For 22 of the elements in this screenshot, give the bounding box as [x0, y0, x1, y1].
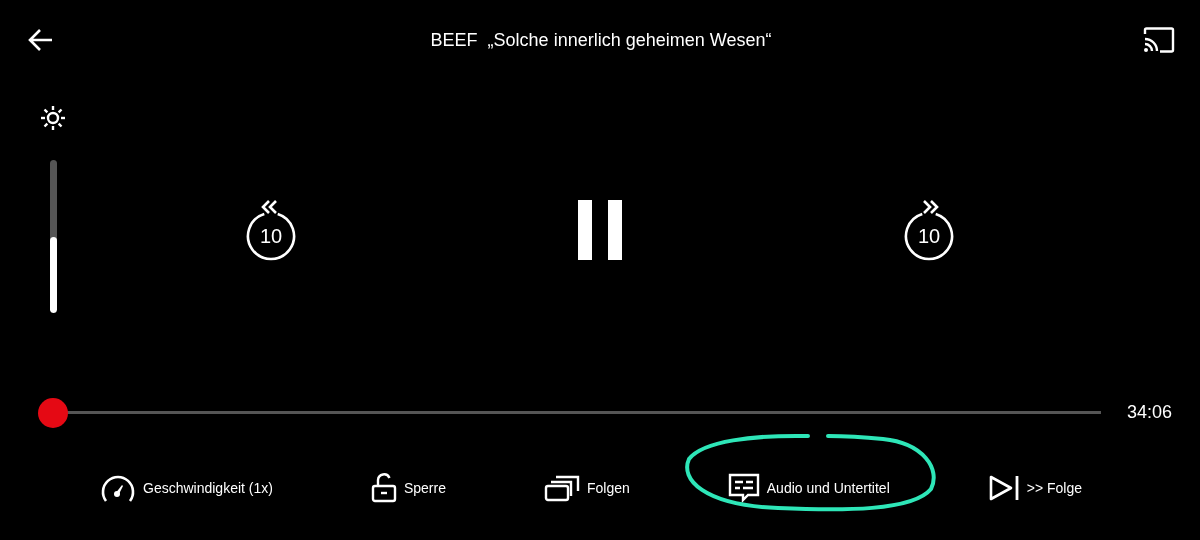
- progress-thumb[interactable]: [38, 397, 68, 428]
- forward-button[interactable]: 10: [899, 198, 959, 262]
- rewind-button[interactable]: 10: [241, 198, 301, 262]
- cast-icon: [1143, 27, 1175, 53]
- brightness-icon: [39, 104, 67, 132]
- padlock-icon: [370, 472, 397, 503]
- speech-bubble-icon: [727, 472, 760, 503]
- remaining-time: 34:06: [1126, 402, 1172, 423]
- episode-title: „Solche innerlich geheimen Wesen“: [487, 29, 772, 51]
- lock-button[interactable]: Sperre: [370, 472, 446, 503]
- back-arrow-icon: [28, 27, 54, 53]
- subtitles-button[interactable]: Audio und Untertitel: [727, 472, 890, 503]
- speed-button[interactable]: Geschwindigkeit (1x): [100, 472, 273, 503]
- show-title: BEEF: [430, 29, 478, 51]
- brightness-slider[interactable]: [49, 160, 57, 313]
- next-button[interactable]: >> Folge: [987, 473, 1082, 502]
- stacked-cards-icon: [543, 473, 580, 502]
- pause-button[interactable]: [578, 200, 622, 260]
- cast-button[interactable]: [1142, 25, 1176, 55]
- episodes-button[interactable]: Folgen: [543, 473, 630, 502]
- progress-bar[interactable]: [38, 397, 1101, 428]
- skip-next-icon: [987, 473, 1020, 502]
